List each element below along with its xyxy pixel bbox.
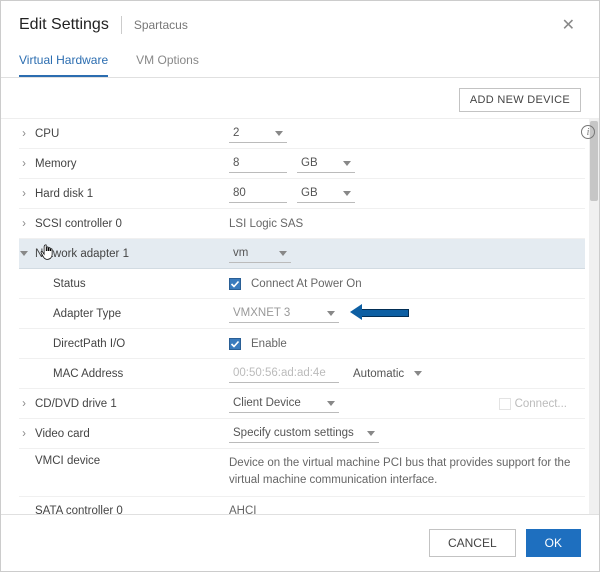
cd1-connect-option: Connect... [499, 398, 575, 410]
row-vmci-device: VMCI device Device on the virtual machin… [19, 449, 585, 497]
adapter-type-select[interactable]: VMXNET 3 [229, 304, 339, 323]
row-cd-dvd-drive-1[interactable]: › CD/DVD drive 1 Client Device Connect... [19, 389, 585, 419]
chevron-right-icon: › [19, 158, 29, 170]
row-scsi-controller-0[interactable]: › SCSI controller 0 LSI Logic SAS [19, 209, 585, 239]
chevron-down-icon [414, 371, 422, 376]
net1-status-label: Status [53, 278, 86, 290]
checkbox-checked-icon[interactable] [229, 338, 241, 350]
row-net1-status: Status Connect At Power On [19, 269, 585, 299]
row-memory[interactable]: › Memory 8 GB [19, 149, 585, 179]
checkbox-checked-icon[interactable] [229, 278, 241, 290]
memory-label: Memory [35, 158, 77, 170]
cd1-label: CD/DVD drive 1 [35, 398, 117, 410]
chevron-down-icon [327, 311, 335, 316]
video-settings-select[interactable]: Specify custom settings [229, 424, 379, 443]
mac-address-field[interactable]: 00:50:56:ad:ad:4e [229, 364, 339, 383]
net1-dpio-value: Enable [251, 338, 287, 350]
mac-mode-select[interactable]: Automatic [349, 365, 426, 383]
memory-value-input[interactable]: 8 [229, 154, 287, 173]
row-net1-mac-address: MAC Address 00:50:56:ad:ad:4e Automatic [19, 359, 585, 389]
tabs: Virtual Hardware VM Options [1, 45, 599, 78]
ok-button[interactable]: OK [526, 529, 581, 557]
chevron-right-icon: › [19, 128, 29, 140]
chevron-right-icon: › [19, 428, 29, 440]
tab-virtual-hardware[interactable]: Virtual Hardware [19, 45, 108, 77]
row-net1-adapter-type: Adapter Type VMXNET 3 [19, 299, 585, 329]
chevron-down-icon [19, 251, 29, 256]
chevron-down-icon [279, 251, 287, 256]
memory-unit-select[interactable]: GB [297, 154, 355, 173]
cpu-label: CPU [35, 128, 59, 140]
chevron-down-icon [343, 191, 351, 196]
scsi0-value: LSI Logic SAS [229, 218, 303, 230]
checkbox-unchecked-icon [499, 398, 511, 410]
hardware-list[interactable]: i › CPU 2 › Memory 8 GB › Hard disk 1 80 [1, 118, 599, 514]
tab-vm-options[interactable]: VM Options [136, 45, 199, 77]
scrollbar[interactable] [589, 119, 599, 514]
dialog-header: Edit Settings Spartacus ✕ [1, 1, 599, 45]
dialog-subtitle: Spartacus [134, 18, 188, 32]
vmci-label: VMCI device [35, 455, 100, 467]
hdd1-label: Hard disk 1 [35, 188, 93, 200]
row-video-card[interactable]: › Video card Specify custom settings [19, 419, 585, 449]
net1-label: Network adapter 1 [35, 248, 129, 260]
row-sata-controller-0: SATA controller 0 AHCI [19, 497, 585, 515]
row-hard-disk-1[interactable]: › Hard disk 1 80 GB [19, 179, 585, 209]
hdd1-value-input[interactable]: 80 [229, 184, 287, 203]
title-divider [121, 16, 122, 34]
chevron-right-icon: › [19, 188, 29, 200]
sata0-value: AHCI [229, 505, 256, 514]
net1-mac-label: MAC Address [53, 368, 123, 380]
chevron-down-icon [367, 431, 375, 436]
row-net1-directpath-io: DirectPath I/O Enable [19, 329, 585, 359]
sata0-label: SATA controller 0 [35, 505, 123, 514]
cancel-button[interactable]: CANCEL [429, 529, 516, 557]
device-bar: ADD NEW DEVICE [1, 78, 599, 118]
chevron-right-icon: › [19, 218, 29, 230]
add-new-device-button[interactable]: ADD NEW DEVICE [459, 88, 581, 112]
net1-network-select[interactable]: vm [229, 244, 291, 263]
cd1-device-select[interactable]: Client Device [229, 394, 339, 413]
chevron-down-icon [343, 161, 351, 166]
close-icon[interactable]: ✕ [556, 13, 581, 37]
dialog-title: Edit Settings [19, 16, 109, 34]
edit-settings-dialog: Edit Settings Spartacus ✕ Virtual Hardwa… [0, 0, 600, 572]
info-icon[interactable]: i [581, 125, 595, 139]
video-label: Video card [35, 428, 90, 440]
net1-status-value: Connect At Power On [251, 278, 362, 290]
row-network-adapter-1[interactable]: Network adapter 1 vm [19, 239, 585, 269]
row-cpu[interactable]: › CPU 2 [19, 119, 585, 149]
net1-adapter-label: Adapter Type [53, 308, 121, 320]
chevron-down-icon [275, 131, 283, 136]
cpu-select[interactable]: 2 [229, 124, 287, 143]
callout-arrow-icon [361, 308, 409, 320]
hdd1-unit-select[interactable]: GB [297, 184, 355, 203]
chevron-right-icon: › [19, 398, 29, 410]
dialog-footer: CANCEL OK [1, 514, 599, 571]
net1-dpio-label: DirectPath I/O [53, 338, 125, 350]
chevron-down-icon [327, 401, 335, 406]
scsi0-label: SCSI controller 0 [35, 218, 122, 230]
vmci-description: Device on the virtual machine PCI bus th… [229, 455, 575, 490]
